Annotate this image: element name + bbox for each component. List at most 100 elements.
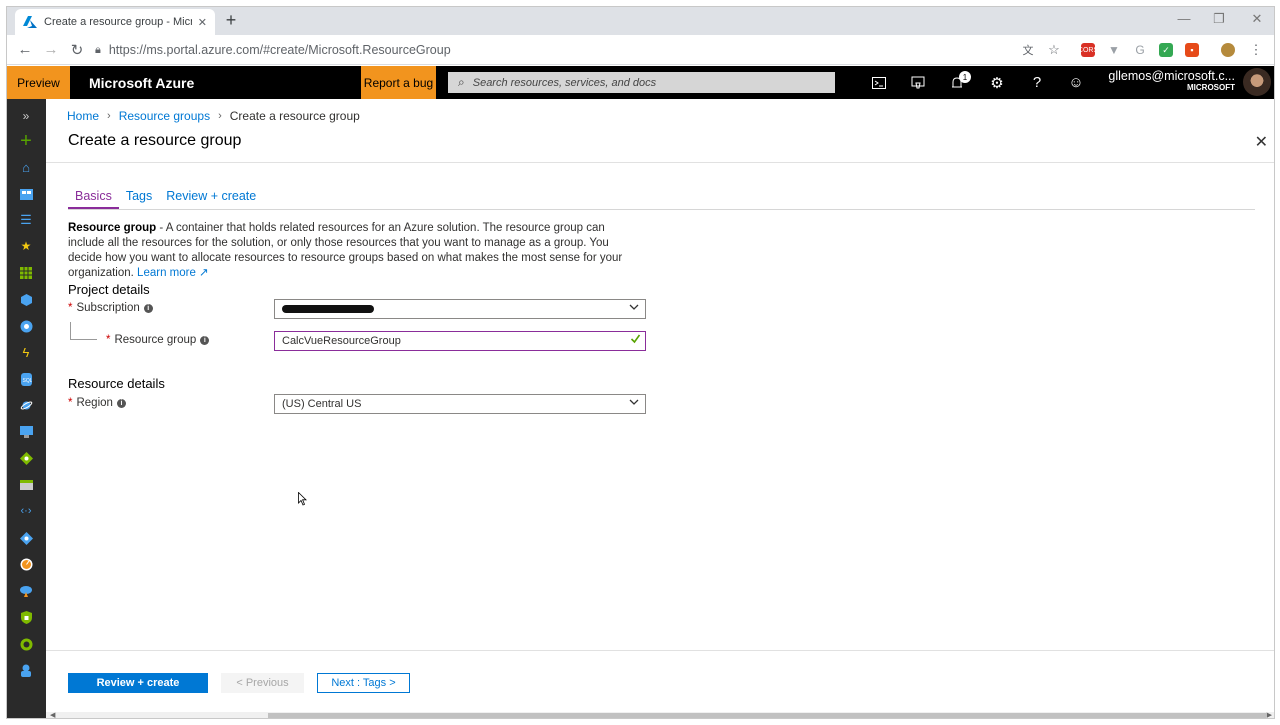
url-bar[interactable]: 🔒︎ https://ms.portal.azure.com/#create/M… xyxy=(95,39,1030,61)
horizontal-scrollbar[interactable]: ◀ ▶ xyxy=(46,711,1274,718)
avatar[interactable] xyxy=(1243,68,1271,96)
tab-tags[interactable]: Tags xyxy=(119,189,159,209)
translate-icon[interactable]: 文 xyxy=(1021,43,1035,57)
reload-icon[interactable]: ↻ xyxy=(67,41,87,59)
resource-group-value: CalcVueResourceGroup xyxy=(282,335,401,347)
next-tags-button[interactable]: Next : Tags > xyxy=(317,673,410,693)
account-email: gllemos@microsoft.c... xyxy=(1108,69,1235,83)
tabs-divider xyxy=(68,209,1255,210)
breadcrumb-current: Create a resource group xyxy=(229,109,360,123)
tree-connector xyxy=(70,322,97,340)
green-extension-icon[interactable]: ✓ xyxy=(1159,43,1173,57)
region-select[interactable]: (US) Central US xyxy=(274,394,646,414)
region-label: * Region i xyxy=(68,397,126,409)
dashboard-icon[interactable] xyxy=(17,185,35,203)
description-lead: Resource group xyxy=(68,222,157,234)
load-balancers-icon[interactable] xyxy=(17,449,35,467)
all-services-icon[interactable]: ☰ xyxy=(17,211,35,229)
breadcrumb-resource-groups[interactable]: Resource groups xyxy=(119,109,210,123)
new-tab-button[interactable]: + xyxy=(221,10,241,31)
cosmos-db-icon[interactable] xyxy=(17,396,35,414)
scroll-left-icon[interactable]: ◀ xyxy=(50,711,55,718)
all-resources-icon[interactable] xyxy=(17,264,35,282)
window-close-button[interactable]: ✕ xyxy=(1247,11,1267,27)
resource-group-input[interactable]: CalcVueResourceGroup xyxy=(274,331,646,351)
function-app-icon[interactable]: ϟ xyxy=(17,343,35,361)
help-icon[interactable]: ? xyxy=(1022,66,1052,99)
learn-more-link[interactable]: Learn more xyxy=(137,267,196,279)
required-marker: * xyxy=(68,397,73,409)
cloud-shell-icon[interactable] xyxy=(864,66,894,99)
office-extension-icon[interactable]: ▪ xyxy=(1185,43,1199,57)
create-resource-icon[interactable]: + xyxy=(17,130,35,152)
report-bug-button[interactable]: Report a bug xyxy=(361,66,436,99)
checkmark-icon xyxy=(630,333,641,347)
subscription-label: * Subscription i xyxy=(68,302,153,314)
storage-accounts-icon[interactable] xyxy=(17,476,35,494)
menu-icon[interactable]: ⋮ xyxy=(1249,42,1263,57)
azure-brand[interactable]: Microsoft Azure xyxy=(89,66,194,99)
tab-bar: Basics Tags Review + create xyxy=(68,189,263,209)
previous-button[interactable]: < Previous xyxy=(221,673,304,693)
profile-icon[interactable] xyxy=(1221,43,1235,57)
virtual-networks-icon[interactable]: ‹·› xyxy=(17,502,35,520)
info-icon[interactable]: i xyxy=(200,335,210,345)
breadcrumb: Home › Resource groups › Create a resour… xyxy=(67,109,360,123)
active-directory-icon[interactable] xyxy=(17,529,35,547)
info-icon[interactable]: i xyxy=(116,398,126,408)
minimize-button[interactable]: — xyxy=(1174,11,1194,26)
browser-window: Create a resource group - Micros ✕ + — ❐… xyxy=(6,6,1275,719)
tab-review-create[interactable]: Review + create xyxy=(159,189,263,209)
restore-button[interactable]: ❐ xyxy=(1209,11,1229,27)
subscription-select[interactable] xyxy=(274,299,646,319)
advisor-icon[interactable] xyxy=(17,582,35,600)
browser-tab[interactable]: Create a resource group - Micros ✕ xyxy=(15,9,215,35)
security-center-icon[interactable] xyxy=(17,608,35,626)
info-icon[interactable]: i xyxy=(143,303,153,313)
svg-text:SQL: SQL xyxy=(22,378,32,384)
redacted-subscription-value xyxy=(282,305,374,313)
resource-groups-icon[interactable] xyxy=(17,290,35,308)
sql-databases-icon[interactable]: SQL xyxy=(17,370,35,388)
region-value: (US) Central US xyxy=(282,398,362,410)
directory-filter-icon[interactable] xyxy=(903,66,933,99)
v-extension-icon[interactable]: ▼ xyxy=(1107,43,1121,57)
global-search-input[interactable]: ⌕ Search resources, services, and docs xyxy=(448,72,835,93)
left-nav-rail: » + ⌂ ☰ ★ ϟ SQL ‹·› xyxy=(7,99,46,718)
preview-badge[interactable]: Preview xyxy=(7,66,70,99)
app-services-icon[interactable] xyxy=(17,317,35,335)
resource-group-label: * Resource group i xyxy=(106,334,210,346)
favorites-star-icon[interactable]: ★ xyxy=(17,237,35,255)
back-arrow-icon[interactable]: ← xyxy=(15,41,35,58)
cors-extension-icon[interactable]: CORS xyxy=(1078,43,1098,57)
settings-gear-icon[interactable]: ⚙ xyxy=(982,66,1012,99)
title-divider xyxy=(46,162,1274,163)
google-extension-icon[interactable]: G xyxy=(1133,43,1147,57)
notification-count-badge: 1 xyxy=(959,71,971,83)
breadcrumb-home[interactable]: Home xyxy=(67,109,99,123)
scroll-right-icon[interactable]: ▶ xyxy=(1267,711,1272,718)
description: Resource group - A container that holds … xyxy=(68,221,638,281)
tab-close-icon[interactable]: ✕ xyxy=(198,16,207,29)
chevron-down-icon xyxy=(629,302,639,315)
help-support-icon[interactable] xyxy=(17,661,35,679)
create-resource-group-blade: Home › Resource groups › Create a resour… xyxy=(46,99,1274,718)
forward-arrow-icon[interactable]: → xyxy=(41,41,61,58)
review-create-button[interactable]: Review + create xyxy=(68,673,208,693)
notifications-bell-icon[interactable]: 1 xyxy=(942,66,972,99)
star-icon[interactable]: ☆ xyxy=(1047,42,1061,57)
required-marker: * xyxy=(106,334,111,346)
expand-menu-icon[interactable]: » xyxy=(17,107,35,125)
tab-basics[interactable]: Basics xyxy=(68,189,119,209)
cost-management-icon[interactable] xyxy=(17,635,35,653)
project-details-heading: Project details xyxy=(68,282,150,297)
mouse-cursor-icon xyxy=(298,491,308,509)
monitor-icon[interactable] xyxy=(17,555,35,573)
home-icon[interactable]: ⌂ xyxy=(17,158,35,176)
scrollbar-thumb[interactable] xyxy=(268,713,1266,718)
chevron-down-icon xyxy=(629,397,639,410)
virtual-machines-icon[interactable] xyxy=(17,423,35,441)
account-menu[interactable]: gllemos@microsoft.c... MICROSOFT xyxy=(1087,69,1235,92)
region-label-text: Region xyxy=(76,397,113,409)
close-icon[interactable]: ✕ xyxy=(1255,132,1268,152)
